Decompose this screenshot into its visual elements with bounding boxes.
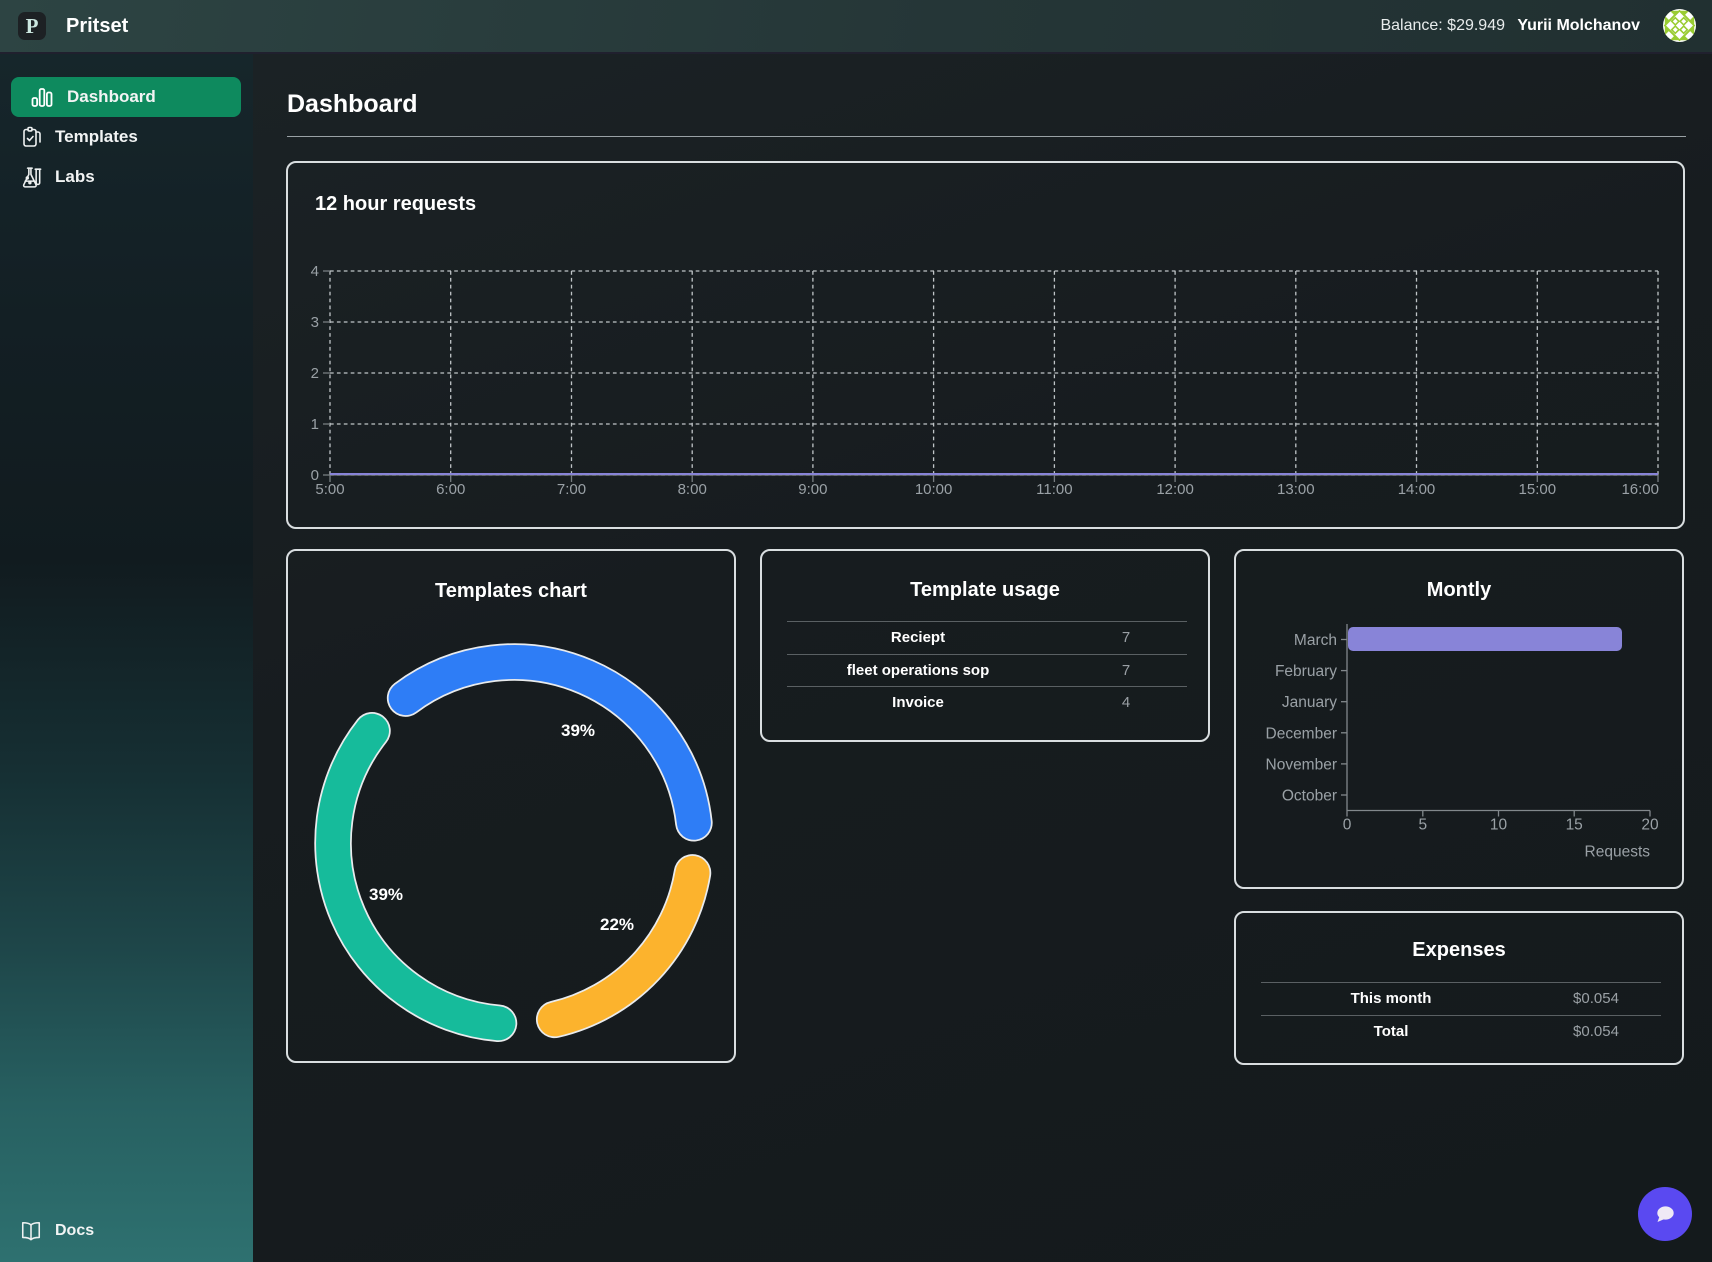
svg-text:7:00: 7:00 xyxy=(557,481,586,498)
svg-text:20: 20 xyxy=(1641,817,1659,834)
svg-text:13:00: 13:00 xyxy=(1277,481,1315,498)
svg-text:9:00: 9:00 xyxy=(798,481,827,498)
svg-text:12:00: 12:00 xyxy=(1156,481,1194,498)
svg-text:15: 15 xyxy=(1566,817,1583,834)
svg-text:3: 3 xyxy=(311,314,319,331)
svg-text:10:00: 10:00 xyxy=(915,481,953,498)
svg-text:Requests: Requests xyxy=(1585,844,1651,861)
svg-text:March: March xyxy=(1294,632,1337,649)
svg-text:10: 10 xyxy=(1490,817,1508,834)
svg-text:1: 1 xyxy=(311,416,319,433)
svg-text:October: October xyxy=(1282,788,1337,805)
svg-text:5: 5 xyxy=(1418,817,1427,834)
svg-text:2: 2 xyxy=(311,365,319,382)
svg-text:14:00: 14:00 xyxy=(1398,481,1436,498)
svg-text:11:00: 11:00 xyxy=(1036,481,1072,498)
svg-text:16:00: 16:00 xyxy=(1621,481,1659,498)
svg-text:6:00: 6:00 xyxy=(436,481,465,498)
svg-text:0: 0 xyxy=(1343,817,1352,834)
svg-text:4: 4 xyxy=(311,263,319,280)
svg-text:February: February xyxy=(1275,663,1337,680)
svg-text:15:00: 15:00 xyxy=(1519,481,1557,498)
svg-text:5:00: 5:00 xyxy=(315,481,344,498)
svg-text:8:00: 8:00 xyxy=(678,481,707,498)
svg-text:January: January xyxy=(1282,694,1337,711)
svg-text:November: November xyxy=(1266,756,1338,773)
svg-text:December: December xyxy=(1266,725,1338,742)
